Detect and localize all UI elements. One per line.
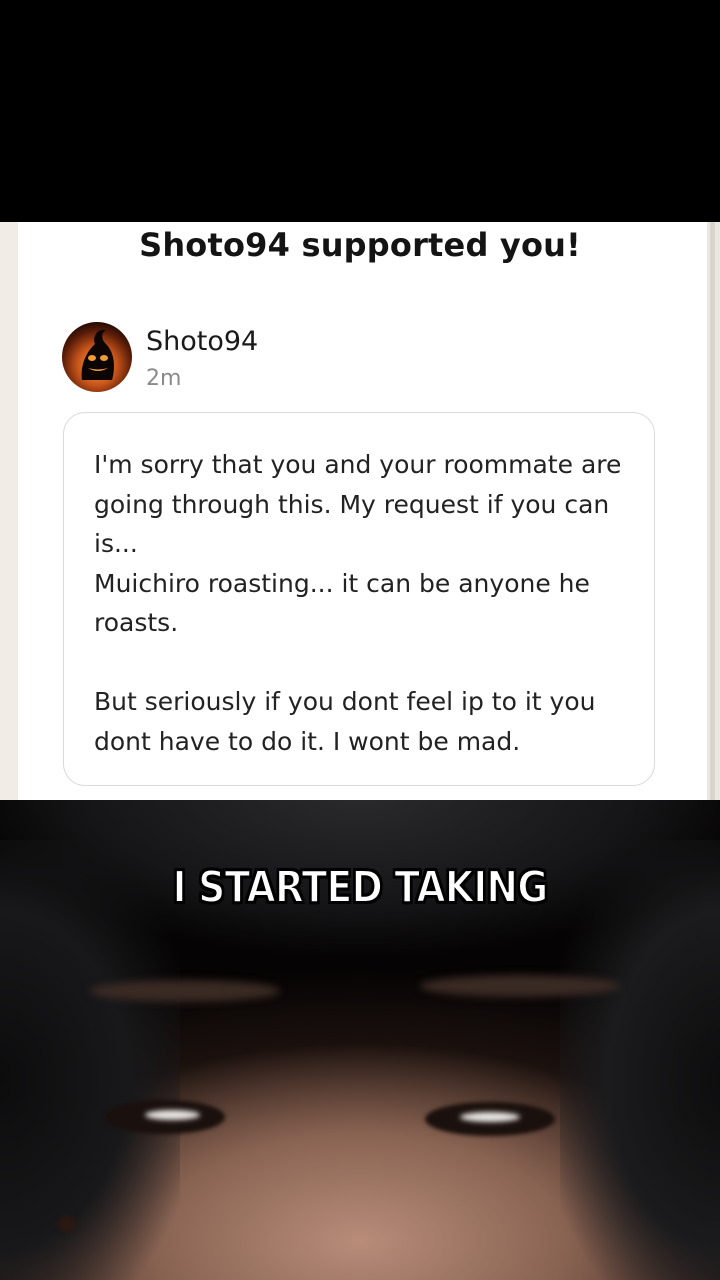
- left-eye: [105, 1100, 225, 1134]
- video-caption: I STARTED TAKING: [172, 861, 549, 914]
- notification-heading: Shoto94 supported you!: [139, 226, 581, 264]
- right-eyebrow: [420, 975, 620, 997]
- message-text: I'm sorry that you and your roommate are…: [94, 450, 622, 756]
- support-notification-screenshot: Shoto94 supported you! Shoto94 2m I'm so…: [0, 222, 720, 800]
- message-bubble: I'm sorry that you and your roommate are…: [63, 412, 655, 786]
- right-eye: [425, 1102, 555, 1136]
- scrollbar-thumb[interactable]: [710, 222, 715, 800]
- face-mark: [58, 1216, 76, 1232]
- top-letterbox: [0, 0, 720, 222]
- timestamp: 2m: [146, 366, 182, 391]
- pumpkin-king-avatar-icon: [81, 329, 114, 380]
- author-name[interactable]: Shoto94: [146, 326, 258, 357]
- scrollbar-track[interactable]: [707, 222, 720, 800]
- avatar[interactable]: [62, 322, 132, 392]
- left-eyebrow: [90, 980, 280, 1002]
